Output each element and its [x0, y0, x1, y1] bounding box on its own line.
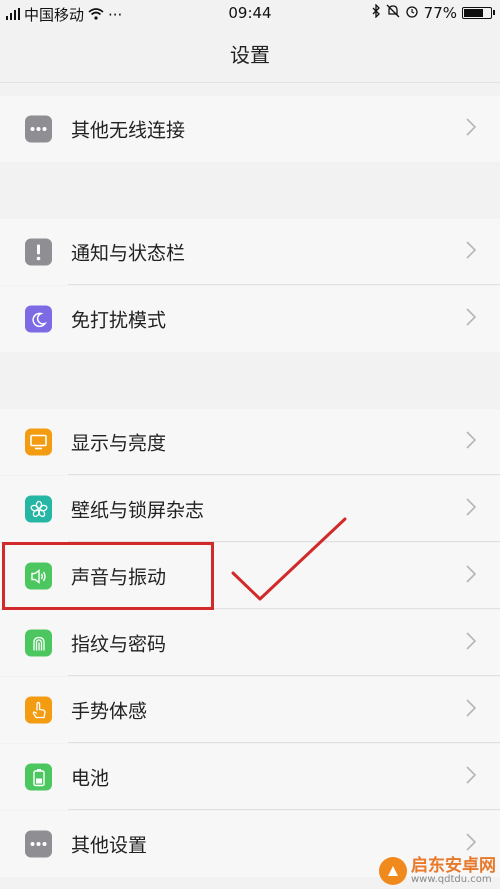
settings-item-gestures[interactable]: 手势体感: [0, 677, 500, 743]
exclamation-icon: [25, 238, 52, 266]
battery-percent: 77%: [423, 4, 457, 22]
watermark-title: 启东安卓网: [411, 855, 496, 876]
settings-item-other-wireless[interactable]: 其他无线连接: [0, 96, 500, 162]
chevron-right-icon: [466, 308, 477, 330]
chevron-right-icon: [466, 565, 477, 587]
chevron-right-icon: [466, 632, 477, 654]
mute-bell-icon: [386, 4, 400, 22]
annotation-checkmark: [231, 517, 347, 601]
settings-item-label: 免打扰模式: [71, 309, 167, 332]
chevron-right-icon: [466, 431, 477, 453]
bluetooth-icon: [372, 3, 381, 22]
flower-icon: [25, 495, 52, 523]
settings-item-label: 壁纸与锁屏杂志: [71, 499, 205, 522]
watermark-logo-icon: [379, 857, 407, 885]
chevron-right-icon: [466, 498, 477, 520]
chevron-right-icon: [466, 118, 477, 140]
settings-item-label: 指纹与密码: [71, 633, 167, 656]
chevron-right-icon: [466, 833, 477, 855]
settings-item-label: 通知与状态栏: [71, 242, 186, 265]
settings-item-fingerprint-password[interactable]: 指纹与密码: [0, 610, 500, 676]
settings-item-label: 显示与亮度: [71, 432, 167, 455]
battery-status-icon: [462, 7, 495, 19]
alarm-icon: [405, 4, 419, 22]
moon-icon: [25, 305, 52, 333]
settings-item-label: 电池: [71, 767, 110, 790]
status-bar: 中国移动 ··· 09:44 77%: [0, 0, 500, 28]
page-title: 设置: [0, 28, 500, 83]
chevron-right-icon: [466, 241, 477, 263]
more-dots-icon: [25, 115, 52, 143]
monitor-icon: [25, 428, 52, 456]
watermark-url: www.qdtdu.com: [411, 873, 492, 885]
fingerprint-icon: [25, 629, 52, 657]
settings-item-label: 其他设置: [71, 834, 148, 857]
hand-gesture-icon: [25, 696, 52, 724]
settings-item-battery[interactable]: 电池: [0, 744, 500, 810]
more-dots-icon: [25, 830, 52, 858]
settings-item-do-not-disturb[interactable]: 免打扰模式: [0, 286, 500, 352]
chevron-right-icon: [466, 766, 477, 788]
chevron-right-icon: [466, 699, 477, 721]
status-right: 77%: [372, 3, 495, 22]
watermark: 启东安卓网 www.qdtdu.com: [379, 857, 496, 885]
battery-icon: [25, 763, 52, 791]
settings-item-display-brightness[interactable]: 显示与亮度: [0, 409, 500, 475]
annotation-highlight-box: [2, 542, 214, 610]
settings-item-label: 手势体感: [71, 700, 148, 723]
settings-item-notifications[interactable]: 通知与状态栏: [0, 219, 500, 285]
settings-item-label: 其他无线连接: [71, 119, 186, 142]
